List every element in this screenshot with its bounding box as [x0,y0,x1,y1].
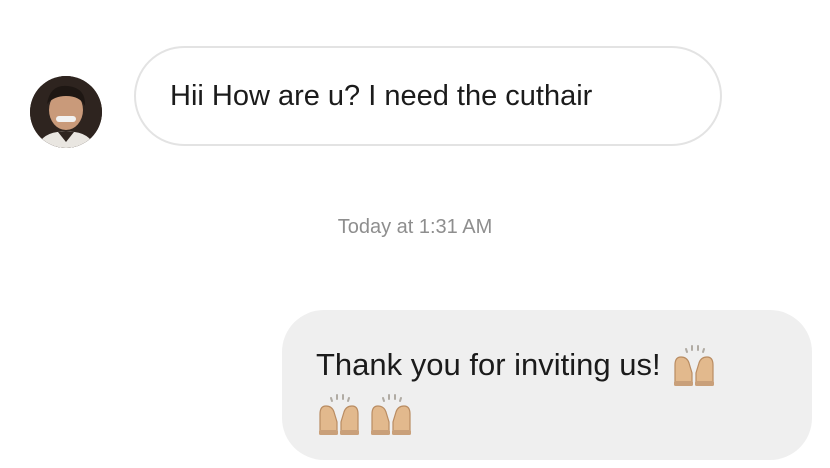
raising-hands-emoji-icon [671,343,717,387]
message-thread: Hii How are u? I need the cuthair Today … [0,0,830,468]
raising-hands-emoji-icon [316,392,362,436]
message-timestamp: Today at 1:31 AM [337,216,493,238]
sender-avatar[interactable] [30,76,102,148]
incoming-message-text: Hii How are u? I need the cuthair [170,79,593,112]
raising-hands-emoji-icon [368,392,414,436]
outgoing-emoji-row [316,392,812,436]
outgoing-message-bubble[interactable]: Thank you for inviting us! [282,310,812,460]
avatar-photo-icon [30,76,102,148]
outgoing-message-line: Thank you for inviting us! [316,340,812,390]
outgoing-message-text: Thank you for inviting us! [316,347,661,382]
incoming-message-bubble[interactable]: Hii How are u? I need the cuthair [134,46,722,146]
